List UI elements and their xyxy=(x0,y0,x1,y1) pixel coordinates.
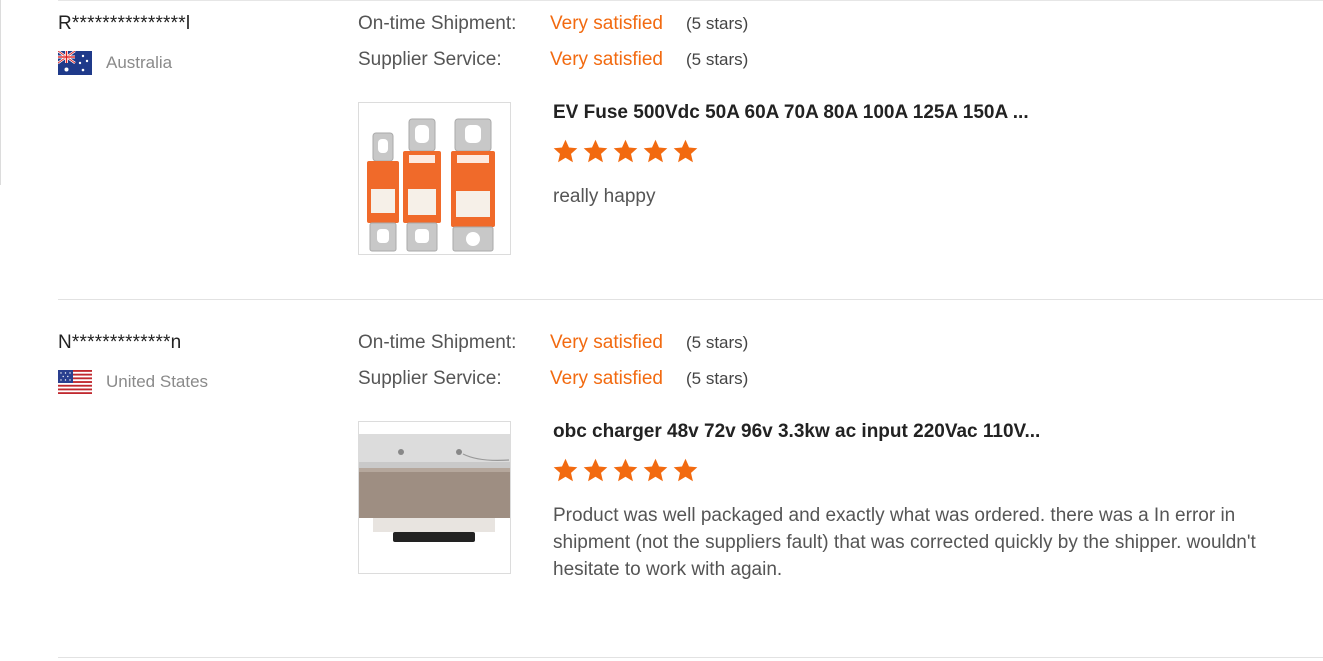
buyer-name: N*************n xyxy=(58,332,182,353)
buyer-country: United States xyxy=(58,369,208,395)
australia-flag-icon xyxy=(58,51,92,75)
star-icon xyxy=(673,458,698,482)
ontime-shipment-rating: On-time Shipment: Very satisfied (5 star… xyxy=(358,13,748,35)
ontime-shipment-rating: On-time Shipment: Very satisfied (5 star… xyxy=(358,332,748,354)
product-title[interactable]: obc charger 48v 72v 96v 3.3kw ac input 2… xyxy=(553,421,1040,443)
ontime-shipment-label: On-time Shipment: xyxy=(358,13,517,34)
ontime-shipment-label: On-time Shipment: xyxy=(358,332,517,353)
star-rating xyxy=(552,138,699,165)
supplier-service-label: Supplier Service: xyxy=(358,49,502,70)
ontime-shipment-stars: (5 stars) xyxy=(686,14,749,33)
star-icon xyxy=(583,458,608,482)
star-rating xyxy=(552,457,699,484)
product-image[interactable] xyxy=(358,102,511,255)
review-divider xyxy=(58,657,1323,658)
star-icon xyxy=(553,458,578,482)
star-icon xyxy=(613,458,638,482)
product-title[interactable]: EV Fuse 500Vdc 50A 60A 70A 80A 100A 125A… xyxy=(553,102,1029,124)
star-icon xyxy=(673,139,698,163)
supplier-service-value: Very satisfied xyxy=(550,49,663,70)
ontime-shipment-stars: (5 stars) xyxy=(686,333,749,352)
star-icon xyxy=(583,139,608,163)
supplier-service-stars: (5 stars) xyxy=(686,50,749,69)
star-icon xyxy=(553,139,578,163)
supplier-service-stars: (5 stars) xyxy=(686,369,749,388)
country-name: Australia xyxy=(106,53,173,72)
obc-charger-product-image xyxy=(359,422,510,573)
ontime-shipment-value: Very satisfied xyxy=(550,332,663,353)
ontime-shipment-value: Very satisfied xyxy=(550,13,663,34)
review-divider xyxy=(58,299,1323,300)
supplier-service-value: Very satisfied xyxy=(550,368,663,389)
supplier-service-label: Supplier Service: xyxy=(358,368,502,389)
review-item: R***************l Australia On-time Ship… xyxy=(0,0,1323,300)
supplier-service-rating: Supplier Service: Very satisfied (5 star… xyxy=(358,368,748,390)
product-image[interactable] xyxy=(358,421,511,574)
review-text: Product was well packaged and exactly wh… xyxy=(553,505,1256,580)
country-name: United States xyxy=(106,372,209,391)
star-icon xyxy=(643,458,668,482)
star-icon xyxy=(643,139,668,163)
star-icon xyxy=(613,139,638,163)
supplier-service-rating: Supplier Service: Very satisfied (5 star… xyxy=(358,49,748,71)
buyer-country: Australia xyxy=(58,50,172,76)
buyer-name: R***************l xyxy=(58,13,191,34)
review-item: N*************n United States On-time Sh… xyxy=(0,319,1323,619)
united-states-flag-icon xyxy=(58,370,92,394)
ev-fuse-product-image xyxy=(367,118,495,252)
review-text: really happy xyxy=(553,186,656,207)
